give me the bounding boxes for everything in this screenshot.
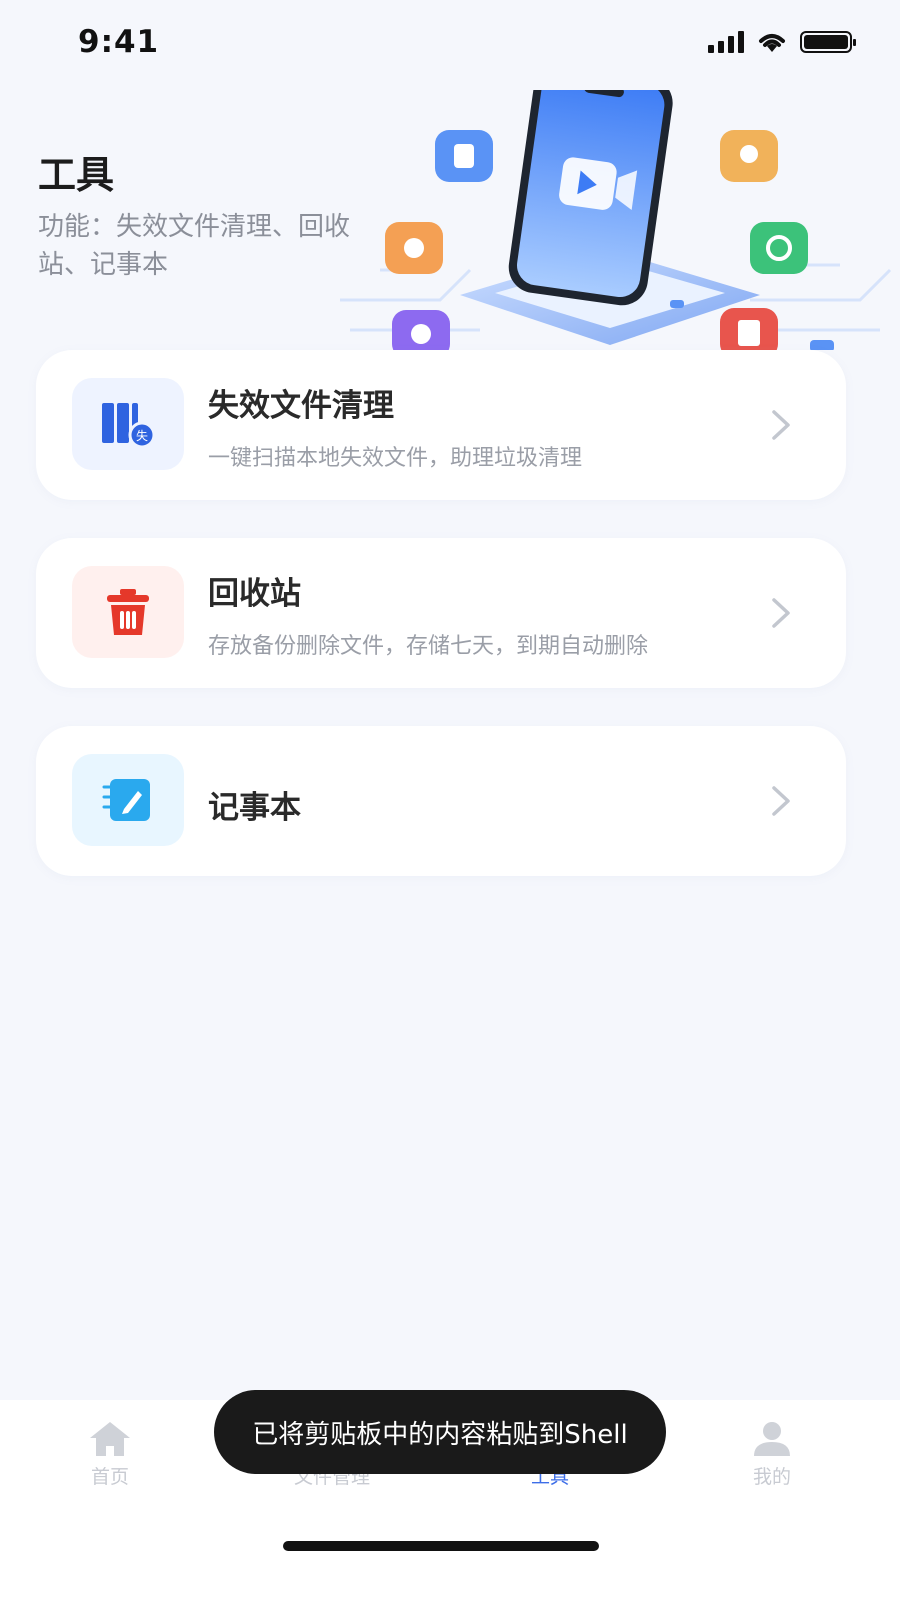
pdf-tile-icon [720, 308, 778, 350]
trash-icon [72, 566, 184, 658]
tool-card-notepad[interactable]: 记事本 [36, 726, 846, 876]
tool-title: 失效文件清理 [208, 388, 394, 424]
tab-label: 首页 [90, 1466, 129, 1488]
tab-home[interactable]: 首页 [50, 1418, 170, 1489]
tool-list: 失 失效文件清理 一键扫描本地失效文件，助理垃圾清理 回收站 存放备份删除文件，… [36, 350, 846, 914]
svg-text:失: 失 [136, 428, 148, 443]
wifi-icon [759, 34, 785, 52]
tool-card-recycle-bin[interactable]: 回收站 存放备份删除文件，存储七天，到期自动删除 [36, 538, 846, 688]
battery-icon [800, 31, 856, 53]
tab-label: 我的 [752, 1466, 791, 1488]
phone-tile-icon [750, 222, 808, 274]
chevron-right-icon [772, 598, 790, 628]
status-icons [708, 30, 856, 54]
home-icon [90, 1422, 130, 1456]
hero-illustration [340, 90, 892, 350]
page-description: 功能：失效文件清理、回收站、记事本 [38, 212, 351, 280]
tab-mine[interactable]: 我的 [712, 1418, 832, 1489]
tool-title: 记事本 [208, 790, 301, 826]
page-header: 工具 功能：失效文件清理、回收站、记事本 [0, 90, 900, 350]
notepad-icon [72, 754, 184, 846]
tool-card-file-cleanup[interactable]: 失 失效文件清理 一键扫描本地失效文件，助理垃圾清理 [36, 350, 846, 500]
chevron-right-icon [772, 786, 790, 816]
user-icon [754, 1422, 790, 1456]
tool-subtitle: 存放备份删除文件，存储七天，到期自动删除 [208, 634, 649, 659]
status-time: 9:41 [78, 24, 160, 60]
page-title: 工具 [38, 153, 115, 197]
chevron-right-icon [772, 410, 790, 440]
video-tile-icon [392, 310, 450, 350]
home-indicator[interactable] [283, 1541, 599, 1551]
toast-message: 已将剪贴板中的内容粘贴到Shell [214, 1390, 666, 1474]
cellular-signal-icon [708, 31, 744, 53]
doc-tile-icon [435, 130, 493, 182]
file-cleanup-icon: 失 [72, 378, 184, 470]
contact-tile-icon [720, 130, 778, 182]
tool-title: 回收站 [208, 576, 301, 612]
music-tile-icon [385, 222, 443, 274]
tool-subtitle: 一键扫描本地失效文件，助理垃圾清理 [208, 446, 583, 471]
status-bar: 9:41 [0, 0, 900, 90]
